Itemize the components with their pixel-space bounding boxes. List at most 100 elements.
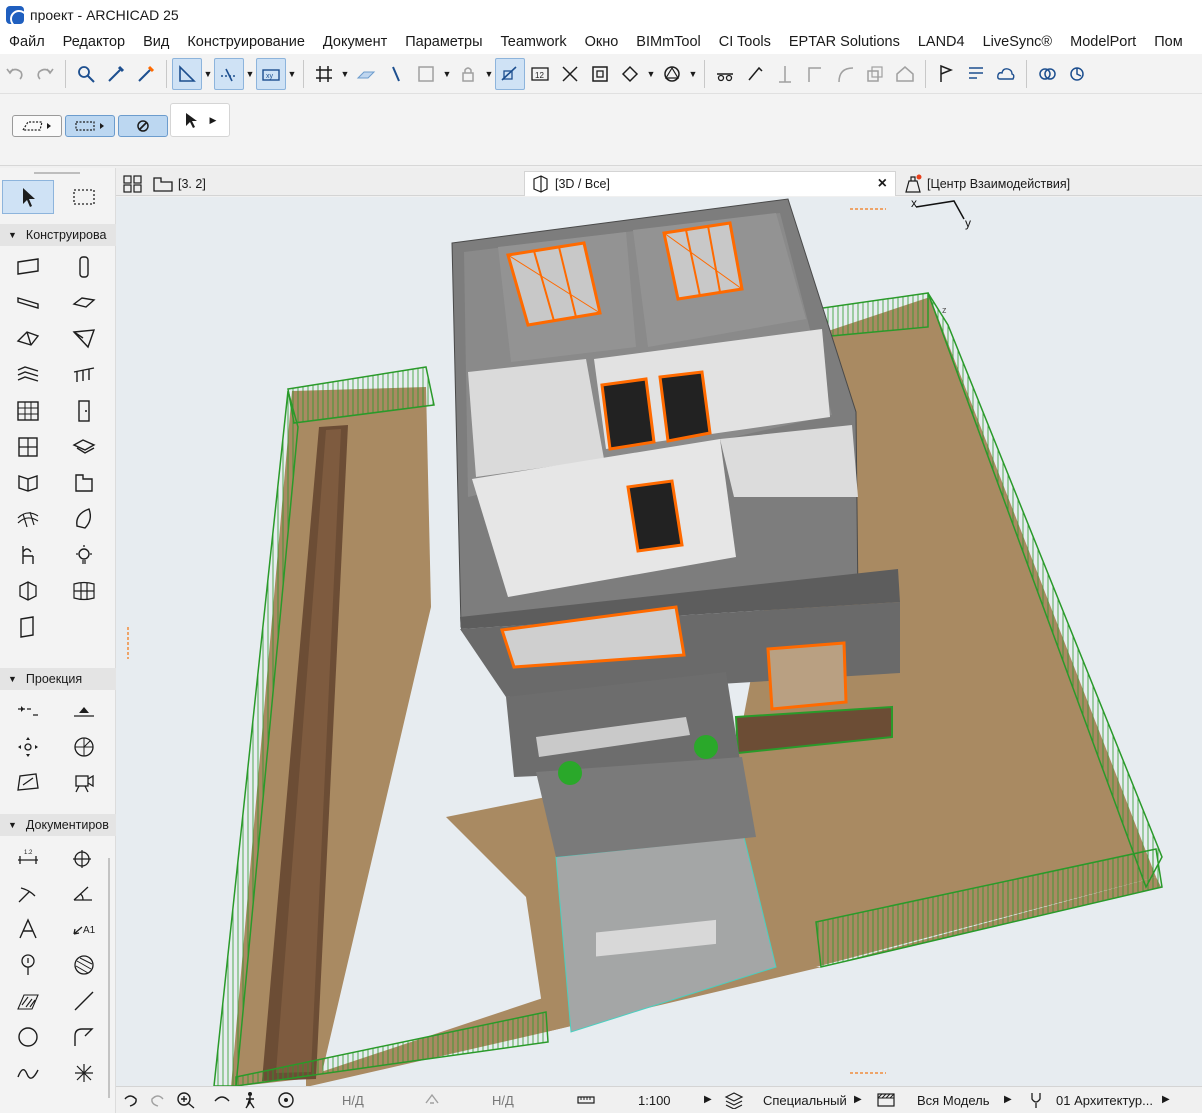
slab-tool-icon[interactable] [58,286,110,320]
chevron-down-icon[interactable]: ▼ [441,58,453,90]
menu-teamwork[interactable]: Teamwork [492,34,576,50]
chevron-down-icon[interactable]: ▼ [202,58,214,90]
design-section-header[interactable]: ▼ Конструирова [0,224,116,246]
render-style-icon[interactable] [657,58,687,90]
marquee-tool-icon[interactable] [58,180,110,214]
polygon-selection-button[interactable] [12,115,62,137]
layer-combination-value[interactable]: Специальный [763,1093,847,1108]
menu-bimmtool[interactable]: BIMmTool [627,34,709,50]
menu-document[interactable]: Документ [314,34,396,50]
undo-zoom-icon[interactable] [422,1091,442,1109]
shell-tool-icon[interactable] [58,322,110,356]
railing-tool-icon[interactable] [58,358,110,392]
menu-modelport[interactable]: ModelPort [1061,34,1145,50]
tab-overview-icon[interactable] [120,171,146,196]
line-tool-icon[interactable] [58,984,110,1018]
flag-icon[interactable] [931,58,961,90]
navigation-icon[interactable] [276,1091,296,1109]
chevron-down-icon[interactable]: ▼ [645,58,657,90]
snap-guides-icon[interactable] [214,57,244,90]
tab-collaboration-center[interactable]: [Центр Взаимодействия] [902,171,1102,196]
roof-icon[interactable] [2,322,54,356]
inject-parameters-icon[interactable] [131,58,161,90]
worksheet-tool-icon[interactable] [58,730,110,764]
offset-icon[interactable] [860,58,890,90]
magic-wand-selection-button[interactable] [118,115,168,137]
toolbox-scrollbar[interactable] [108,858,110,1098]
plane-icon[interactable] [351,58,381,90]
chevron-down-icon[interactable]: ▼ [244,58,256,90]
adjust-icon[interactable] [740,58,770,90]
angle-dimension-icon[interactable] [58,876,110,910]
opening-tool-icon[interactable] [2,610,54,644]
orbit-back-icon[interactable] [120,1091,140,1109]
align-icon[interactable] [770,58,800,90]
solid-operations-icon[interactable] [615,58,645,90]
menu-design[interactable]: Конструирование [178,34,314,50]
zone-tool-icon[interactable] [2,574,54,608]
object-tool-icon[interactable] [2,538,54,572]
document-section-header[interactable]: ▼ Документиров [0,814,116,836]
fill-tool-icon[interactable] [58,948,110,982]
chevron-down-icon[interactable]: ▼ [339,58,351,90]
viewpoint-section-header[interactable]: ▼ Проекция [0,668,116,690]
morph-tool-icon[interactable] [58,502,110,536]
text-tool-icon[interactable] [2,912,54,946]
group-icon[interactable] [585,58,615,90]
polyline-tool-icon[interactable] [58,1020,110,1054]
menu-land4[interactable]: LAND4 [909,34,974,50]
label-tool-icon[interactable]: A1 [58,912,110,946]
tab-floor-plan[interactable]: [3. 2] [152,171,262,196]
model-view-icon[interactable] [876,1091,896,1109]
window-tool-icon[interactable] [2,430,54,464]
layer-icon[interactable] [411,58,441,90]
hatch-tool-icon[interactable] [2,984,54,1018]
pen-set-value[interactable]: 01 Архитектур... [1056,1093,1153,1108]
model-view-dropdown-icon[interactable]: ▶ [1004,1094,1012,1105]
coordinate-input-icon[interactable]: xy [256,57,286,90]
chevron-down-icon[interactable]: ▼ [286,58,298,90]
3d-model-render[interactable]: x y z [116,197,1202,1086]
redo-icon[interactable] [30,58,60,90]
spline-tool-icon[interactable] [2,1056,54,1090]
interior-elevation-icon[interactable] [2,730,54,764]
issue-list-icon[interactable] [961,58,991,90]
split-icon[interactable] [710,58,740,90]
elevation-icon[interactable]: 12 [525,58,555,90]
close-tab-icon[interactable]: × [878,175,887,193]
livesync-icon[interactable] [1032,58,1062,90]
trim-icon[interactable] [555,58,585,90]
roof-tool-icon[interactable] [890,58,920,90]
wall-tool-icon[interactable] [2,250,54,284]
detail-tool-icon[interactable] [2,766,54,800]
stair-tool-icon[interactable] [2,358,54,392]
pen-set-icon[interactable] [1026,1091,1046,1109]
menu-view[interactable]: Вид [134,34,178,50]
arrow-tool-icon[interactable] [2,180,54,214]
menu-eptar[interactable]: EPTAR Solutions [780,34,909,50]
undo-icon[interactable] [0,58,30,90]
hotspot-tool-icon[interactable] [58,1056,110,1090]
menu-livesync[interactable]: LiveSync® [974,34,1062,50]
wall-end-icon[interactable] [58,466,110,500]
layer-combination-icon[interactable] [724,1091,744,1109]
menu-file[interactable]: Файл [0,34,54,50]
orbit-icon[interactable] [212,1091,232,1109]
guide-line-icon[interactable] [172,57,202,90]
curtain-wall-frame-icon[interactable] [58,574,110,608]
menu-window[interactable]: Окно [576,34,628,50]
camera-tool-icon[interactable] [58,766,110,800]
mesh-tool-icon[interactable] [2,502,54,536]
elevation-tool-icon[interactable] [58,694,110,728]
orbit-forward-icon[interactable] [148,1091,168,1109]
pen-set-dropdown-icon[interactable]: ▶ [1162,1094,1170,1105]
circle-tool-icon[interactable] [2,1020,54,1054]
sync-settings-icon[interactable] [1062,58,1092,90]
menu-ci-tools[interactable]: CI Tools [710,34,780,50]
grid-snap-icon[interactable] [309,58,339,90]
layer-dropdown-icon[interactable]: ▶ [854,1094,862,1105]
rectangle-selection-button[interactable] [65,115,115,137]
zone-stamp-icon[interactable] [2,948,54,982]
walk-icon[interactable] [240,1091,260,1109]
skylight-tool-icon[interactable] [58,430,110,464]
